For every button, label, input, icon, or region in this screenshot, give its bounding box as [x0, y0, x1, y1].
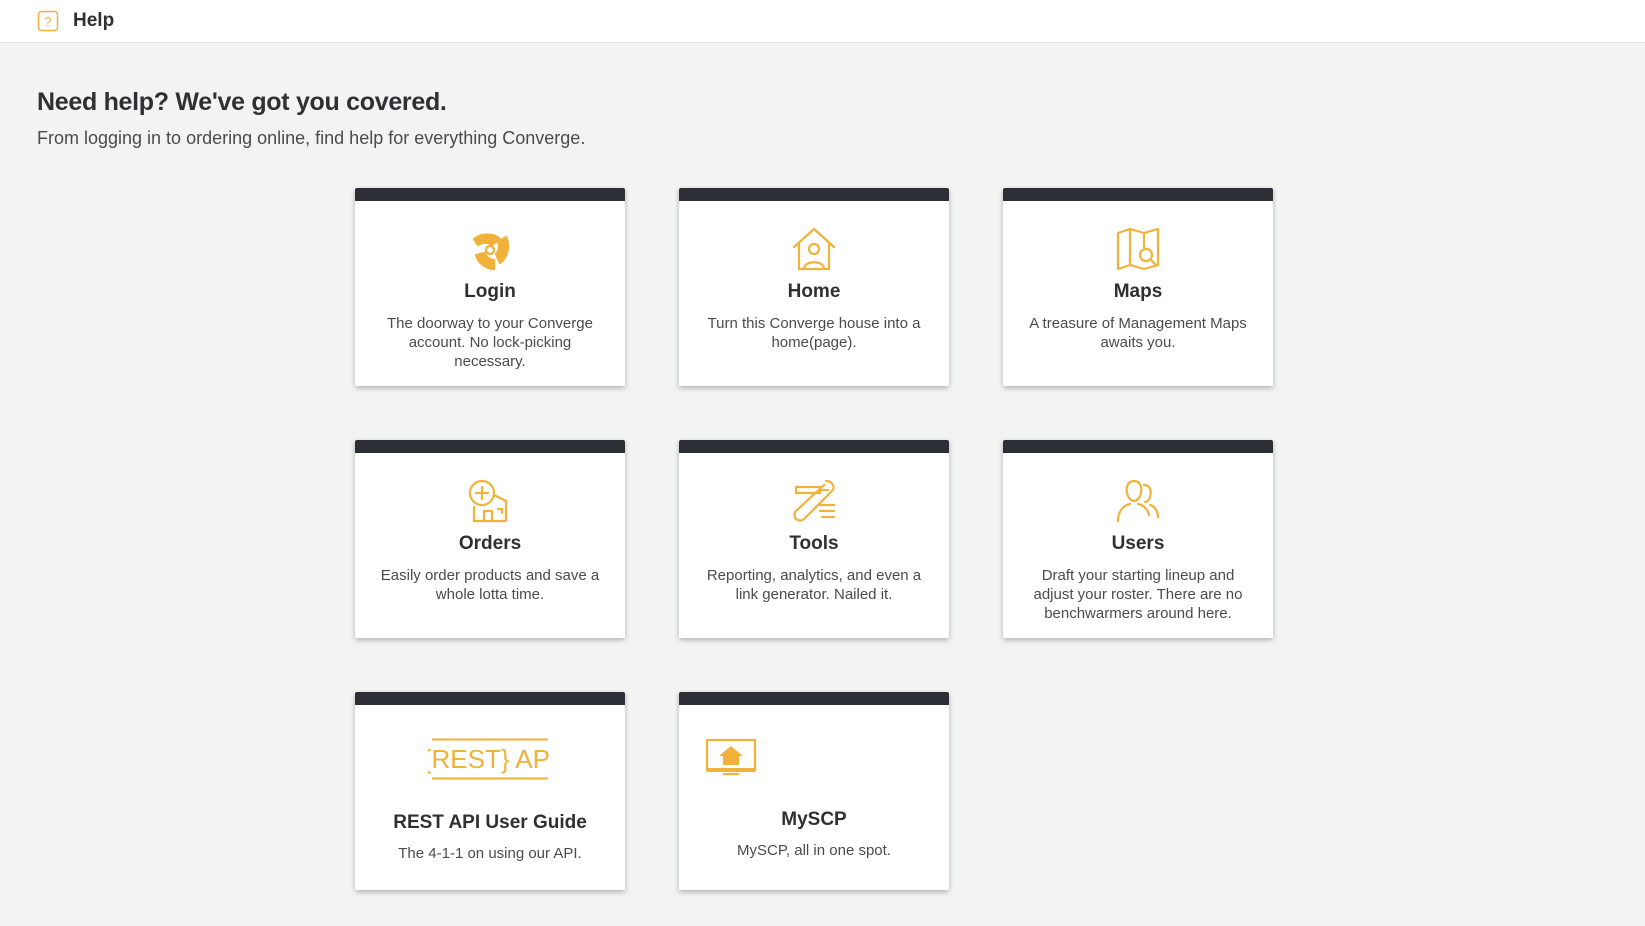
orders-icon [468, 479, 508, 523]
card-header-bar [355, 440, 625, 453]
maps-icon [1116, 227, 1160, 271]
card-header-bar [679, 188, 949, 201]
home-icon [792, 227, 836, 271]
card-maps[interactable]: Maps A treasure of Management Maps await… [1003, 188, 1273, 386]
hero-subheadline: From logging in to ordering online, find… [37, 128, 586, 148]
card-title: Orders [458, 533, 522, 554]
card-header-bar [679, 692, 949, 705]
card-title: Home [787, 281, 841, 302]
card-header-bar [679, 440, 949, 453]
card-title: MySCP [781, 809, 847, 830]
svg-text:?: ? [44, 14, 51, 29]
card-users[interactable]: Users Draft your starting lineup and adj… [1003, 440, 1273, 638]
tools-icon [793, 479, 836, 522]
rest-api-icon-text: {REST} API [428, 744, 552, 774]
top-bar: ? Help [0, 0, 1645, 43]
card-description: The doorway to your Converge account. No… [387, 315, 593, 370]
card-title: Users [1111, 533, 1165, 554]
hero-headline: Need help? We've got you covered. [37, 88, 447, 116]
card-title: Maps [1113, 281, 1163, 302]
myscp-icon [705, 738, 757, 776]
card-header-bar [355, 188, 625, 201]
card-description: Draft your starting lineup and adjust yo… [1033, 567, 1243, 622]
card-title: REST API User Guide [393, 812, 587, 833]
card-orders[interactable]: Orders Easily order products and save a … [355, 440, 625, 638]
card-description: MySCP, all in one spot. [737, 842, 891, 859]
card-header-bar [355, 692, 625, 705]
card-rest-api[interactable]: {REST} API REST API User Guide The 4-1-1… [355, 692, 625, 890]
card-title: Login [464, 281, 516, 302]
card-description: Reporting, analytics, and even a link ge… [706, 567, 922, 603]
card-description: A treasure of Management Maps awaits you… [1029, 315, 1247, 351]
card-description: Turn this Converge house into a home(pag… [707, 315, 921, 351]
card-title: Tools [789, 533, 839, 554]
card-home[interactable]: Home Turn this Converge house into a hom… [679, 188, 949, 386]
page-title: Help [73, 10, 115, 31]
rest-api-icon: {REST} API [428, 738, 552, 780]
users-icon [1116, 479, 1160, 523]
login-icon [472, 233, 510, 271]
help-icon: ? [37, 10, 59, 32]
card-login[interactable]: Login The doorway to your Converge accou… [355, 188, 625, 386]
card-header-bar [1003, 440, 1273, 453]
card-header-bar [1003, 188, 1273, 201]
card-myscp[interactable]: MySCP MySCP, all in one spot. [679, 692, 949, 890]
card-tools[interactable]: Tools Reporting, analytics, and even a l… [679, 440, 949, 638]
card-description: The 4-1-1 on using our API. [398, 845, 582, 862]
card-description: Easily order products and save a whole l… [380, 567, 600, 603]
